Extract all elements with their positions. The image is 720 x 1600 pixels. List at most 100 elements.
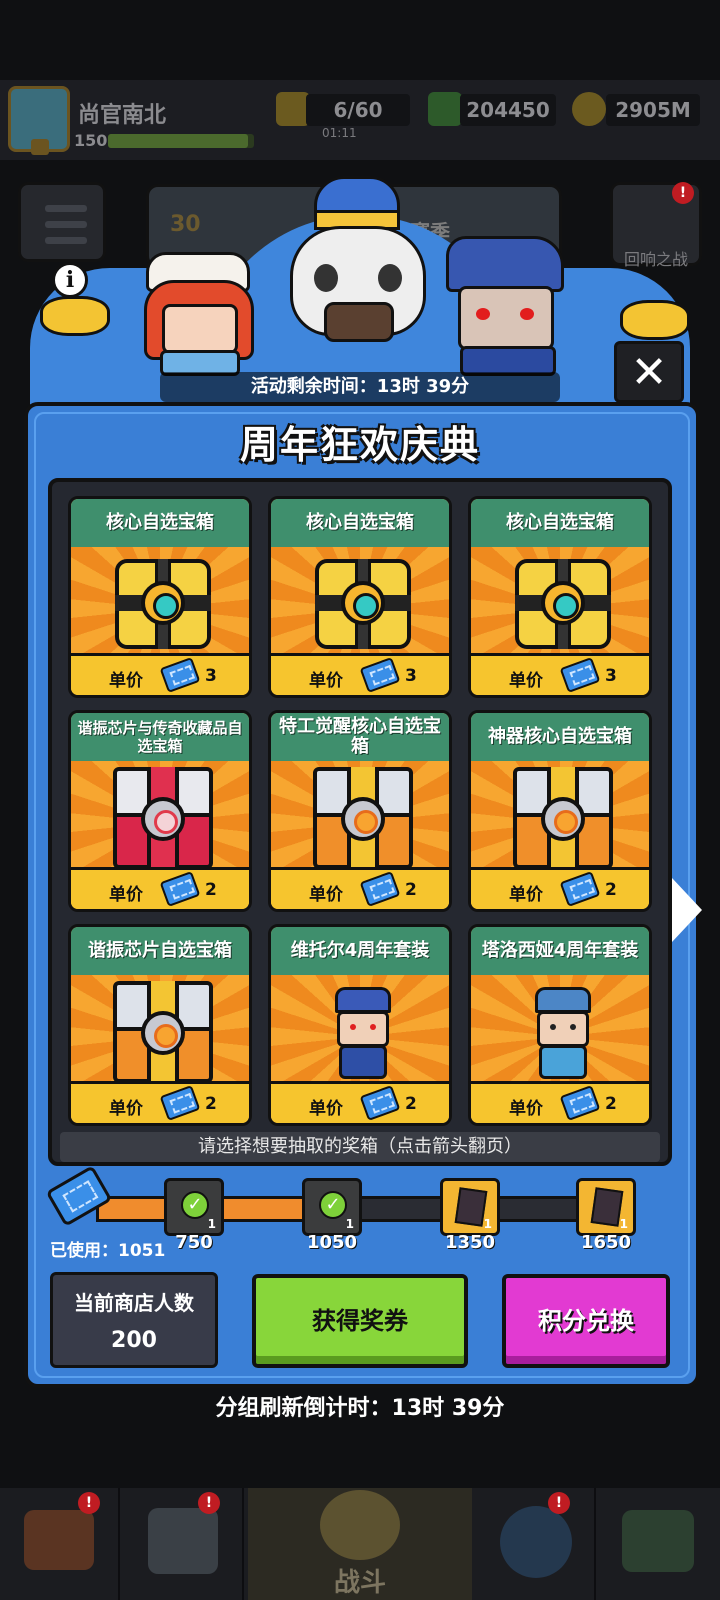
gold-coin-icon — [620, 300, 690, 340]
unit-price-label: 单价 — [109, 671, 143, 691]
milestone-value: 1650 — [580, 1232, 632, 1253]
chest-card-price: 单价 2 — [471, 1081, 649, 1123]
energy-bolt-icon[interactable] — [276, 92, 310, 126]
season-level: 30 — [170, 212, 201, 237]
chest-card[interactable]: 特工觉醒核心自选宝箱单价 2 — [268, 710, 452, 912]
unit-price-value: 2 — [205, 880, 217, 900]
character-outfit-icon — [317, 983, 409, 1083]
ticket-icon — [359, 1084, 401, 1122]
reward-book-icon — [590, 1187, 624, 1227]
menu-line-icon — [45, 221, 87, 228]
nav-battle-label: 战斗 — [333, 1568, 386, 1598]
maid-character-art — [140, 240, 260, 380]
milestone-reward-count: 1 — [345, 1217, 354, 1231]
ticket-icon — [159, 656, 201, 694]
chest-card-title: 谐振芯片自选宝箱 — [71, 927, 249, 975]
selection-chest-icon — [513, 767, 613, 869]
alert-badge: ! — [78, 1492, 100, 1514]
ticket-icon — [559, 870, 601, 908]
menu-line-icon — [45, 237, 87, 244]
chest-card-title: 特工觉醒核心自选宝箱 — [271, 713, 449, 761]
chest-card[interactable]: 塔洛西娅4周年套装单价 2 — [468, 924, 652, 1126]
ticket-icon — [559, 1084, 601, 1122]
milestone-reward[interactable]: 1 — [440, 1178, 500, 1236]
unit-price-label: 单价 — [309, 671, 343, 691]
gold-coin-icon — [40, 296, 110, 336]
core-chest-icon — [315, 559, 411, 649]
info-icon[interactable]: i — [52, 262, 88, 298]
nav-bag-tab[interactable] — [600, 1488, 720, 1600]
unit-price-label: 单价 — [309, 1099, 343, 1119]
store-population-count: 200 — [111, 1328, 157, 1353]
milestone-reward[interactable]: ✓ 1 — [302, 1178, 362, 1236]
selection-chest-icon — [313, 767, 413, 869]
xp-bar-fill — [108, 134, 249, 148]
panda-king-character-art — [284, 176, 434, 376]
unit-price-value: 2 — [405, 1094, 417, 1114]
chest-card-price: 单价 2 — [71, 867, 249, 909]
chip-chest-icon — [113, 767, 213, 869]
chest-card[interactable]: 神器核心自选宝箱 单价 2 — [468, 710, 652, 912]
chest-card-price: 单价 2 — [271, 867, 449, 909]
chest-card-price: 单价 2 — [271, 1081, 449, 1123]
chest-card-title: 核心自选宝箱 — [271, 499, 449, 547]
chest-card-price: 单价 3 — [71, 653, 249, 695]
milestone-value: 750 — [175, 1232, 213, 1253]
milestone-reward[interactable]: 1 — [576, 1178, 636, 1236]
xp-bar — [108, 134, 254, 148]
player-level: 150 — [74, 131, 108, 150]
unit-price-label: 单价 — [109, 885, 143, 905]
chest-card-title: 核心自选宝箱 — [471, 499, 649, 547]
next-page-arrow-icon[interactable] — [672, 878, 702, 942]
chest-card-price: 单价 3 — [471, 653, 649, 695]
chest-card[interactable]: 核心自选宝箱单价 3 — [468, 496, 652, 698]
chest-card-art — [271, 975, 449, 1087]
menu-button[interactable] — [18, 182, 106, 262]
chest-card[interactable]: 核心自选宝箱 单价 3 — [268, 496, 452, 698]
selection-chest-icon — [113, 981, 213, 1083]
gold-counter: 2905M — [606, 94, 700, 126]
milestone-reward-count: 1 — [207, 1217, 216, 1231]
echo-battle-label: 回响之战 — [623, 250, 688, 269]
nav-social-tab[interactable] — [476, 1488, 596, 1600]
nav-shop-tab[interactable] — [0, 1488, 120, 1600]
chest-card-art — [471, 547, 649, 659]
chest-card-art — [271, 547, 449, 659]
nav-agents-tab[interactable] — [124, 1488, 244, 1600]
unit-price-value: 2 — [605, 880, 617, 900]
chest-card[interactable]: 维托尔4周年套装单价 2 — [268, 924, 452, 1126]
shop-icon — [24, 1510, 94, 1570]
chest-card-title: 核心自选宝箱 — [71, 499, 249, 547]
check-icon: ✓ — [181, 1191, 209, 1219]
chest-card-title: 维托尔4周年套装 — [271, 927, 449, 975]
gem-icon[interactable] — [428, 92, 462, 126]
shield-icon — [148, 1508, 218, 1574]
chest-card-art — [71, 547, 249, 659]
milestone-value: 1050 — [306, 1232, 358, 1253]
chest-card[interactable]: 谐振芯片自选宝箱 单价 2 — [68, 924, 252, 1126]
player-name: 尚官南北 — [78, 103, 167, 128]
points-redeem-button[interactable]: 积分兑换 — [502, 1274, 670, 1368]
chest-card-title: 塔洛西娅4周年套装 — [471, 927, 649, 975]
core-chest-icon — [515, 559, 611, 649]
energy-counter: 6/60 — [306, 94, 410, 126]
menu-line-icon — [45, 205, 87, 212]
close-button[interactable]: ✕ — [614, 341, 684, 403]
milestone-reward[interactable]: ✓ 1 — [164, 1178, 224, 1236]
ticket-icon — [159, 1084, 201, 1122]
alert-badge: ! — [548, 1492, 570, 1514]
unit-price-label: 单价 — [509, 885, 543, 905]
ticket-icon — [559, 656, 601, 694]
get-tickets-button[interactable]: 获得奖券 — [252, 1274, 468, 1368]
ticket-icon — [359, 870, 401, 908]
chest-card-art — [71, 761, 249, 873]
chest-card[interactable]: 谐振芯片与传奇收藏品自选宝箱 单价 2 — [68, 710, 252, 912]
chest-card[interactable]: 核心自选宝箱单价 3 — [68, 496, 252, 698]
chest-card-art — [71, 975, 249, 1087]
screen: 尚官南北 150 6/60 01:11 204450 2905M 30 赛季 回… — [0, 0, 720, 1600]
player-avatar[interactable] — [8, 86, 70, 155]
gold-coin-icon[interactable] — [572, 92, 606, 126]
bag-icon — [622, 1510, 694, 1572]
alert-badge: ! — [672, 182, 694, 204]
unit-price-value: 2 — [205, 1094, 217, 1114]
